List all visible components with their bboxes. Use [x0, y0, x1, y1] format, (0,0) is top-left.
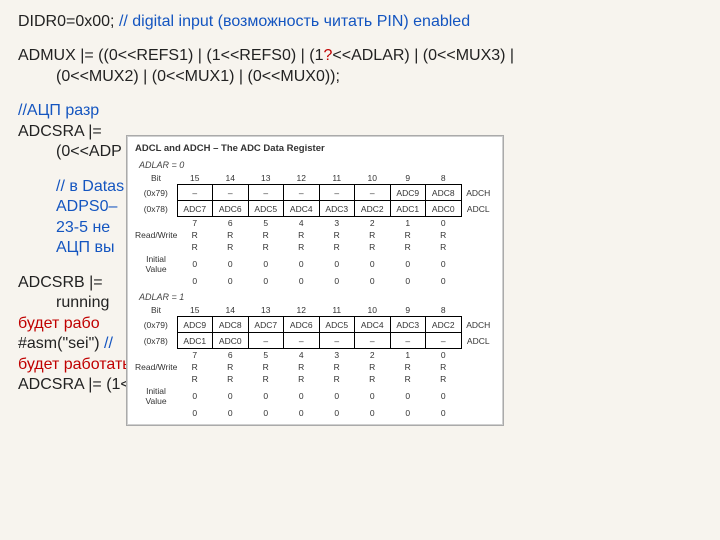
comment: // digital input (возможность читать PIN… — [119, 13, 470, 30]
code-line: (1 — [309, 47, 323, 64]
code-line: DIDR0=0x00; — [18, 13, 119, 30]
code-line: 0 — [109, 47, 118, 64]
bit-label: Bit — [135, 172, 177, 185]
code-line: будет работать? — [18, 356, 140, 373]
comment: ADPS0– — [56, 198, 117, 215]
code-line: (0<<ADP — [56, 143, 122, 160]
code-line: ADCSRB |= — [18, 274, 103, 291]
adlar-label: ADLAR = 1 — [139, 292, 495, 302]
register-table-adlar0: Bit 15141312111098 (0x79) ––––––ADC9ADC8… — [135, 172, 495, 287]
figure-title: ADCL and ADCH – The ADC Data Register — [135, 143, 495, 154]
comment: АЦП вы — [56, 239, 114, 256]
comment: //АЦП разр — [18, 102, 99, 119]
code-line: <<ADLAR) | (0<<MUX3) — [332, 47, 505, 64]
datasheet-figure: ADCL and ADCH – The ADC Data Register AD… — [126, 135, 504, 426]
code-line: ADMUX |= (( — [18, 47, 109, 64]
code-line: | — [505, 47, 514, 64]
comment: // — [104, 335, 113, 352]
code-line: <<REFS1) | (1<<REFS0) | — [118, 47, 310, 64]
code-line: running — [56, 294, 109, 311]
register-table-adlar1: Bit 15141312111098 (0x79) ADC9ADC8ADC7AD… — [135, 304, 495, 419]
adlar-label: ADLAR = 0 — [139, 160, 495, 170]
code-line: ADCSRA |= — [18, 123, 102, 140]
code-line: будет рабо — [18, 315, 100, 332]
code-line: #asm("sei") — [18, 335, 100, 352]
code-line: (0<<MUX2) | (0<<MUX1) | (0<<MUX0)); — [56, 68, 340, 85]
comment: 23-5 не — [56, 219, 110, 236]
comment: // в Datas — [56, 178, 124, 195]
